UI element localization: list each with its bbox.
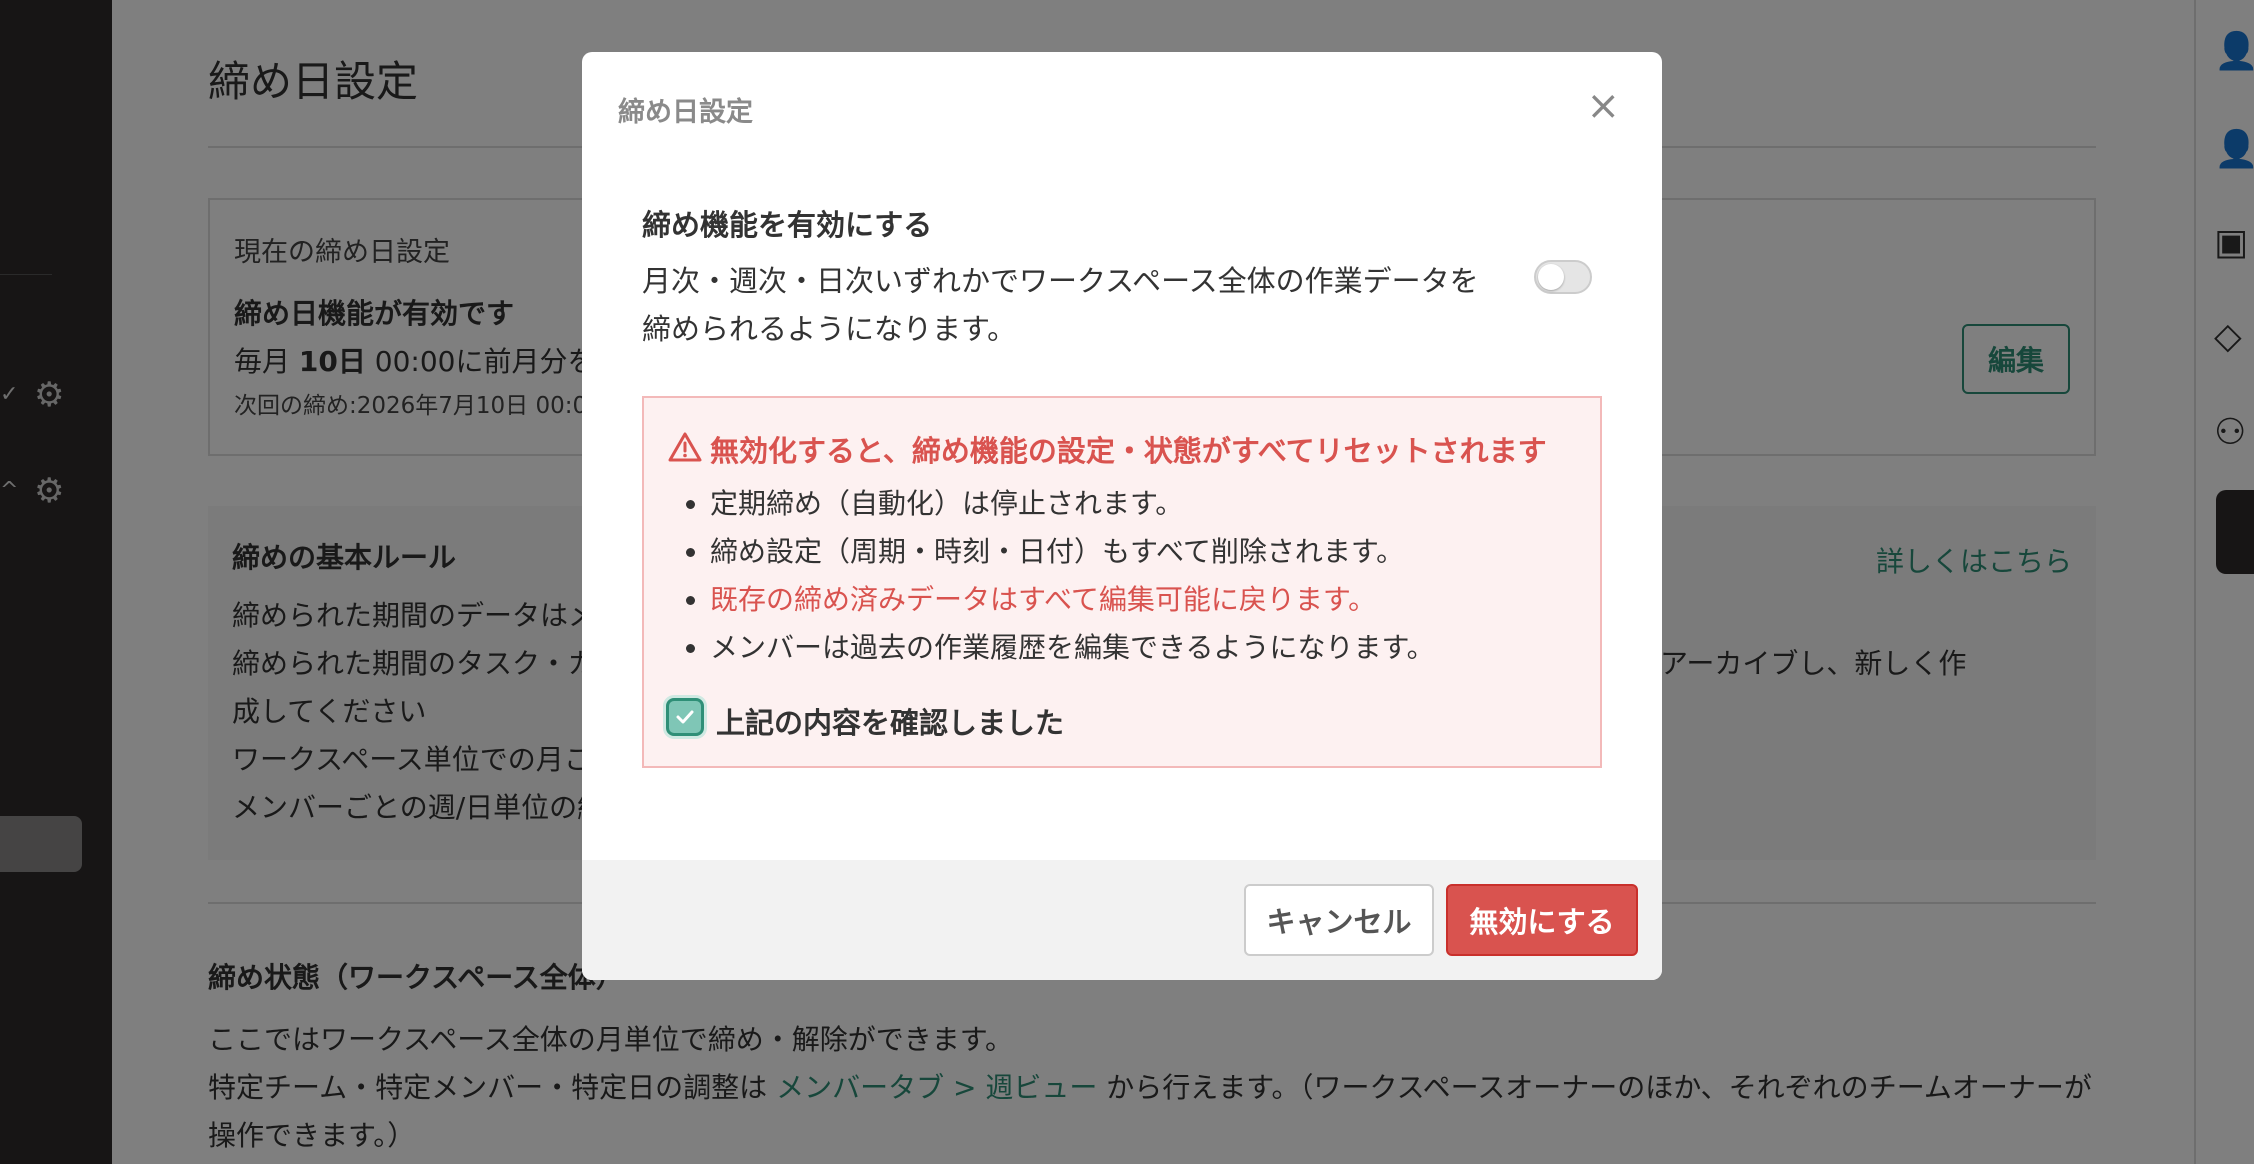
modal-title: 締め日設定: [618, 97, 753, 128]
warning-box: 無効化すると、締め機能の設定・状態がすべてリセットされます 定期締め（自動化）は…: [642, 396, 1602, 768]
warning-item: 定期締め（自動化）は停止されます。: [710, 480, 1590, 528]
confirm-checkbox[interactable]: [666, 698, 704, 736]
close-setting-modal: 締め日設定 × 締め機能を有効にする 月次・週次・日次いずれかでワークスペース全…: [582, 52, 1662, 980]
modal-footer: キャンセル 無効にする: [582, 860, 1662, 980]
disable-button[interactable]: 無効にする: [1446, 884, 1638, 956]
toggle-knob: [1538, 264, 1564, 290]
warning-item: 締め設定（周期・時刻・日付）もすべて削除されます。: [710, 528, 1590, 576]
warning-item: メンバーは過去の作業履歴を編集できるようになります。: [710, 624, 1590, 672]
cancel-button[interactable]: キャンセル: [1244, 884, 1434, 956]
warning-list: 定期締め（自動化）は停止されます。 締め設定（周期・時刻・日付）もすべて削除され…: [674, 480, 1590, 672]
enable-toggle[interactable]: [1534, 260, 1592, 294]
warning-title: 無効化すると、締め機能の設定・状態がすべてリセットされます: [710, 434, 1547, 468]
check-icon: [676, 710, 694, 724]
warning-item-highlight: 既存の締め済みデータはすべて編集可能に戻ります。: [710, 576, 1590, 624]
warning-icon: [668, 432, 702, 466]
close-icon[interactable]: ×: [1586, 86, 1620, 126]
enable-feature-description: 月次・週次・日次いずれかでワークスペース全体の作業データを締められるようになりま…: [642, 264, 1479, 346]
confirm-checkbox-label[interactable]: 上記の内容を確認しました: [716, 700, 1064, 742]
enable-feature-title: 締め機能を有効にする: [642, 208, 933, 242]
